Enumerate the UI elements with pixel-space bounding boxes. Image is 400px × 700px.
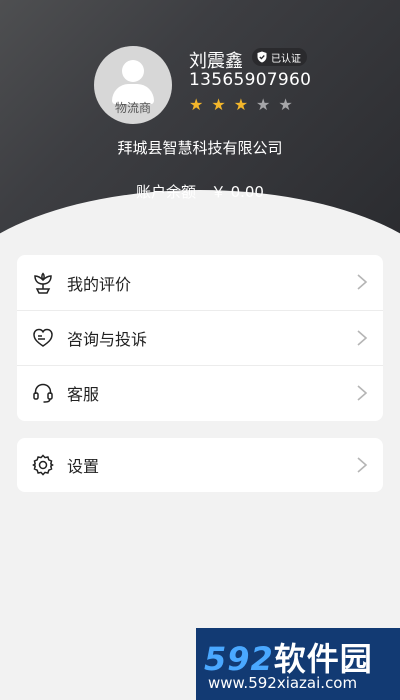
chevron-right-icon — [357, 457, 368, 473]
headset-icon — [31, 381, 55, 405]
balance-label: 账户余额 — [136, 183, 197, 201]
menu-item-label: 设置 — [67, 457, 100, 476]
flower-icon — [31, 271, 55, 295]
star-icon: ★ — [278, 95, 293, 114]
heart-chat-icon — [31, 326, 55, 350]
star-icon: ★ — [189, 95, 204, 114]
menu-item-label: 客服 — [67, 385, 100, 404]
gear-icon — [31, 453, 55, 477]
profile-header: 物流商 刘震鑫 已认证 13565907960 ★ ★ ★ ★ ★ 拜城县智慧科技有限公… — [0, 0, 400, 235]
role-label: 物流商 — [114, 101, 151, 115]
company-name: 拜城县智慧科技有限公司 — [117, 139, 283, 157]
menu-item-settings[interactable]: 设置 — [17, 438, 383, 492]
menu-item-my-reviews[interactable]: 我的评价 — [17, 255, 383, 310]
shield-check-icon — [257, 51, 267, 63]
chevron-right-icon — [357, 274, 368, 290]
watermark: 592软件园 www.592xiazai.com — [196, 628, 400, 700]
menu-card: 我的评价 咨询与投诉 客服 — [17, 255, 383, 421]
menu-item-label: 我的评价 — [67, 274, 132, 294]
menu-item-label: 咨询与投诉 — [67, 330, 148, 349]
watermark-number: 592 — [204, 640, 274, 678]
verified-badge: 已认证 — [252, 48, 307, 66]
star-icon: ★ — [233, 95, 249, 114]
watermark-url: www.592xiazai.com — [208, 674, 358, 692]
menu-item-customer-service[interactable]: 客服 — [17, 365, 383, 420]
avatar[interactable]: 物流商 — [94, 46, 172, 124]
chevron-right-icon — [357, 385, 368, 401]
phone-number: 13565907960 — [189, 70, 312, 90]
rating-stars: ★ ★ ★ ★ ★ — [189, 96, 293, 114]
menu-item-consult-complaint[interactable]: 咨询与投诉 — [17, 310, 383, 365]
verified-label: 已认证 — [271, 53, 301, 65]
chevron-right-icon — [357, 330, 368, 346]
account-balance[interactable]: 账户余额 ￥ 0.00 — [0, 181, 400, 202]
balance-value: ￥ 0.00 — [210, 183, 264, 201]
watermark-brand: 软件园 — [273, 640, 373, 678]
avatar-person-icon — [122, 60, 144, 82]
settings-card: 设置 — [17, 438, 383, 492]
star-icon: ★ — [256, 95, 271, 114]
star-icon: ★ — [211, 95, 226, 114]
